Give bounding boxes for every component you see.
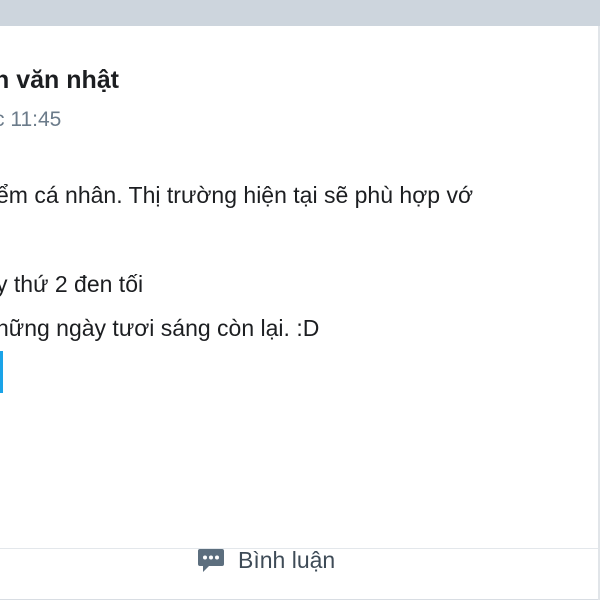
post-text-line: hững ngày tươi sáng còn lại. :D [0,315,320,341]
comment-icon [198,549,224,572]
post-card: n văn nhật c 11:45 ểm cá nhân. Thị trườn… [0,26,600,600]
top-bar [0,0,600,26]
post-text-line: y thứ 2 đen tối [0,271,144,297]
post-author[interactable]: n văn nhật [0,66,119,95]
post-text-line: ểm cá nhân. Thị trường hiện tại sẽ phù h… [0,182,474,208]
comment-button[interactable]: Bình luận [196,540,335,580]
link-preview-edge[interactable] [0,351,3,393]
post-timestamp[interactable]: c 11:45 [0,108,61,132]
comment-button-label: Bình luận [238,546,336,573]
